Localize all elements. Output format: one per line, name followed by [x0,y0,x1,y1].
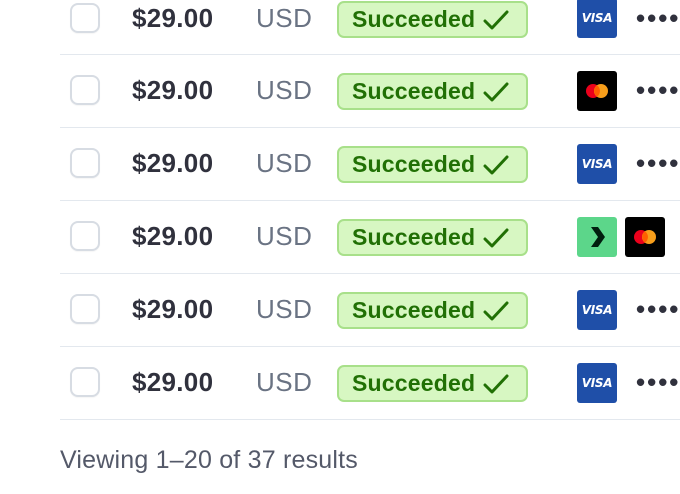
currency: USD [256,367,313,397]
more-options-button[interactable]: •••• [636,3,680,34]
row-checkbox[interactable] [70,75,100,105]
payments-table: $29.00 USD Succeeded VISA •••• $29.00 US… [60,0,680,420]
status-badge: Succeeded [337,146,528,183]
row-checkbox[interactable] [70,367,100,397]
status-label: Succeeded [352,224,476,250]
checkmark-icon [483,82,509,101]
mastercard-icon [625,217,665,257]
table-row[interactable]: $29.00 USD Succeeded VISA •••• [60,0,680,55]
link-icon [577,217,617,257]
checkmark-icon [483,301,509,320]
status-label: Succeeded [352,78,476,104]
table-row[interactable]: $29.00 USD Succeeded [60,201,680,274]
checkmark-icon [483,10,509,29]
table-row[interactable]: $29.00 USD Succeeded VISA •••• [60,128,680,201]
visa-icon: VISA [577,144,617,184]
amount: $29.00 [132,148,214,178]
amount: $29.00 [132,3,214,33]
more-options-button[interactable]: •••• [636,75,680,106]
amount: $29.00 [132,75,214,105]
currency: USD [256,221,313,251]
table-row[interactable]: $29.00 USD Succeeded •••• [60,55,680,128]
row-checkbox[interactable] [70,148,100,178]
currency: USD [256,148,313,178]
currency: USD [256,3,313,33]
status-badge: Succeeded [337,365,528,402]
more-options-button[interactable]: •••• [636,294,680,325]
currency: USD [256,75,313,105]
visa-icon: VISA [577,0,617,38]
results-count: Viewing 1–20 of 37 results [60,446,358,474]
row-checkbox[interactable] [70,221,100,251]
status-badge: Succeeded [337,1,528,38]
status-badge: Succeeded [337,73,528,110]
more-options-button[interactable]: •••• [636,148,680,179]
checkmark-icon [483,155,509,174]
status-badge: Succeeded [337,292,528,329]
visa-icon: VISA [577,363,617,403]
amount: $29.00 [132,221,214,251]
status-label: Succeeded [352,297,476,323]
mastercard-icon [577,71,617,111]
amount: $29.00 [132,367,214,397]
visa-icon: VISA [577,290,617,330]
checkmark-icon [483,374,509,393]
row-checkbox[interactable] [70,294,100,324]
currency: USD [256,294,313,324]
table-row[interactable]: $29.00 USD Succeeded VISA •••• [60,274,680,347]
status-label: Succeeded [352,151,476,177]
more-options-button[interactable]: •••• [636,367,680,398]
status-badge: Succeeded [337,219,528,256]
status-label: Succeeded [352,370,476,396]
status-label: Succeeded [352,6,476,32]
amount: $29.00 [132,294,214,324]
table-row[interactable]: $29.00 USD Succeeded VISA •••• [60,347,680,420]
row-checkbox[interactable] [70,3,100,33]
checkmark-icon [483,228,509,247]
